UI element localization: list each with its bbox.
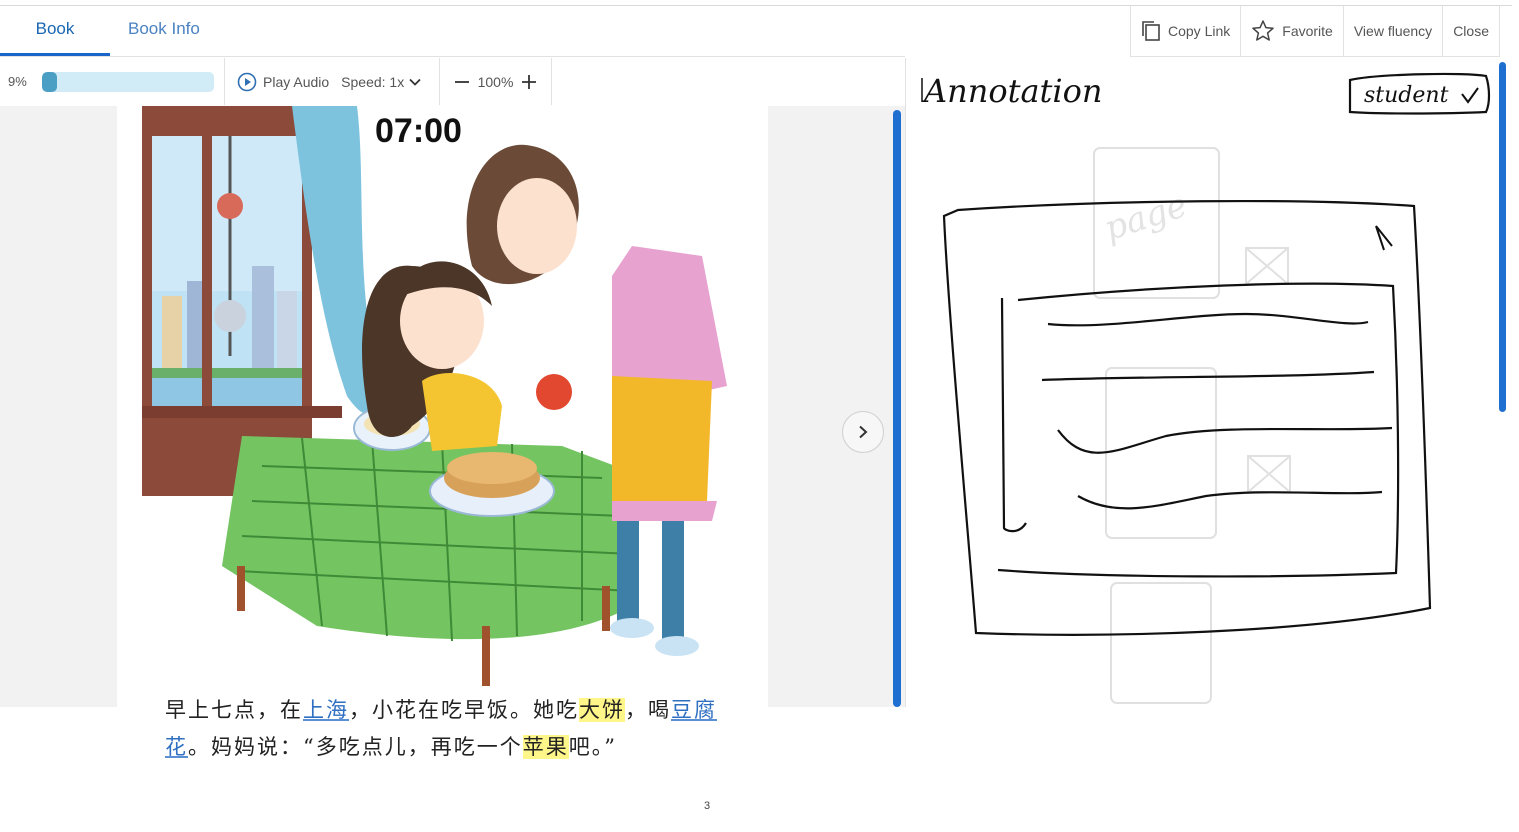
star-icon — [1252, 20, 1275, 41]
story-text: 早上七点，在上海，小花在吃早饭。她吃大饼，喝豆腐花。妈妈说：“多吃点儿，再吃一个… — [165, 692, 745, 766]
next-page-button[interactable] — [842, 411, 884, 453]
story-segment: ，喝 — [625, 698, 671, 722]
progress-bar — [42, 71, 214, 92]
page-number: 3 — [704, 800, 711, 812]
play-audio-button[interactable]: Play Audio — [263, 74, 329, 90]
annotation-title: Annotation — [921, 72, 1103, 110]
speed-select[interactable]: Speed: 1x — [341, 74, 404, 90]
progress-percent: 9% — [8, 74, 27, 89]
book-page: 07:00 早上七点，在上海，小花在吃早饭。她吃大饼，喝豆腐花。妈妈说：“多吃点… — [117, 106, 768, 832]
tab-book-label: Book — [35, 19, 75, 38]
zoom-out-icon[interactable] — [454, 74, 470, 90]
vocab-dabing[interactable]: 大饼 — [579, 698, 625, 722]
close-label: Close — [1453, 23, 1489, 39]
zoom-in-icon[interactable] — [521, 74, 537, 90]
story-segment: ，小花在吃早饭。她吃 — [349, 698, 579, 722]
action-toolbar: Copy Link Favorite View fluency Close — [1130, 6, 1500, 57]
zoom-controls: 100% — [440, 58, 552, 105]
progress-fill — [42, 71, 58, 92]
tab-book-info-label: Book Info — [128, 19, 200, 38]
copy-link-button[interactable]: Copy Link — [1130, 6, 1240, 56]
story-segment: 。妈妈说：“多吃点儿，再吃一个 — [188, 735, 523, 759]
story-segment: 吧。” — [568, 735, 617, 759]
tab-book-info[interactable]: Book Info — [128, 6, 200, 56]
vocab-pingguo[interactable]: 苹果 — [522, 735, 569, 759]
favorite-label: Favorite — [1282, 23, 1333, 39]
view-fluency-button[interactable]: View fluency — [1342, 6, 1442, 56]
audio-controls: Play Audio Speed: 1x — [225, 58, 440, 105]
tabs-divider — [0, 56, 905, 57]
view-fluency-label: View fluency — [1353, 23, 1433, 39]
annotation-bg-word: page — [1100, 185, 1192, 249]
chevron-down-icon[interactable] — [408, 75, 422, 89]
reader-scrollbar[interactable] — [893, 110, 901, 707]
chevron-right-icon — [859, 425, 868, 439]
close-button[interactable]: Close — [1442, 6, 1500, 56]
story-segment: 早上七点，在 — [165, 698, 303, 722]
zoom-level: 100% — [477, 73, 514, 90]
play-icon[interactable] — [237, 72, 257, 92]
annotation-role: student — [1364, 83, 1449, 108]
copy-link-label: Copy Link — [1168, 23, 1231, 39]
page-illustration — [142, 106, 727, 686]
favorite-button[interactable]: Favorite — [1240, 6, 1343, 56]
vocab-shanghai[interactable]: 上海 — [303, 698, 349, 722]
annotation-canvas[interactable]: page Annotation student — [906, 58, 1512, 707]
reading-progress: 9% — [0, 58, 225, 105]
tab-book[interactable]: Book — [0, 6, 110, 56]
annotation-scrollbar[interactable] — [1499, 62, 1506, 412]
copy-icon — [1142, 21, 1160, 41]
clock-caption: 07:00 — [375, 112, 462, 150]
